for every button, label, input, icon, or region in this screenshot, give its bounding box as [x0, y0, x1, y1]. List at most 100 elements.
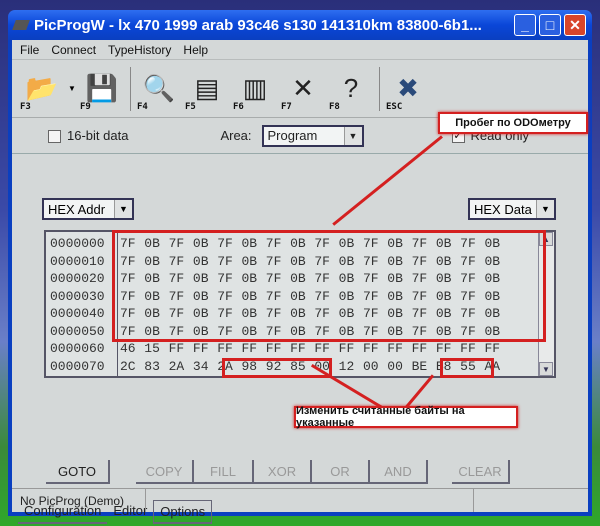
erase-icon: ✕	[292, 73, 314, 103]
client-area: File Connect TypeHistory Help 📂 F3 ▼ 💾 F…	[12, 40, 588, 524]
app-icon	[12, 20, 30, 30]
write-chip-button[interactable]: ▥ F6	[231, 64, 279, 114]
menu-bar: File Connect TypeHistory Help	[12, 40, 588, 60]
save-disk-icon: 💾	[85, 73, 119, 103]
chip-search-icon: 🔍	[142, 73, 176, 103]
address-cell: 0000050	[50, 323, 105, 339]
shortcut-label: F8	[329, 101, 340, 112]
address-cell: 0000070	[50, 358, 105, 374]
identify-chip-button[interactable]: ? F8	[327, 64, 375, 114]
menu-file[interactable]: File	[14, 43, 45, 57]
data-format-select[interactable]: HEX Data ▼	[468, 198, 556, 220]
cancel-icon: ✖	[397, 73, 419, 103]
toolbar-separator	[379, 66, 380, 111]
copy-button[interactable]: COPY	[136, 460, 194, 484]
area-select[interactable]: Program ▼	[261, 124, 364, 147]
minimize-button[interactable]: _	[514, 14, 536, 36]
chevron-down-icon[interactable]: ▼	[114, 200, 132, 218]
and-button[interactable]: AND	[370, 460, 428, 484]
status-middle	[146, 489, 474, 512]
shortcut-label: F7	[281, 101, 292, 112]
sixteen-bit-checkbox[interactable]: 16-bit data	[48, 128, 128, 144]
shortcut-label: F3	[20, 101, 31, 112]
hex-byte[interactable]: FF	[436, 340, 460, 358]
hex-byte[interactable]: FF	[217, 340, 241, 358]
scroll-down-icon[interactable]: ▼	[539, 362, 553, 376]
hex-byte[interactable]: 34	[193, 358, 217, 376]
chevron-down-icon[interactable]: ▼	[343, 126, 362, 145]
hex-byte[interactable]: 00	[387, 358, 411, 376]
fill-button[interactable]: FILL	[194, 460, 254, 484]
address-cell: 0000030	[50, 288, 105, 304]
shortcut-label: F6	[233, 101, 244, 112]
app-window: PicProgW - lx 470 1999 arab 93c46 s130 1…	[8, 10, 592, 524]
xor-button[interactable]: XOR	[254, 460, 312, 484]
change-bytes-arrow-right	[404, 374, 435, 409]
addr-format-select[interactable]: HEX Addr ▼	[42, 198, 134, 220]
hex-byte[interactable]: FF	[290, 340, 314, 358]
status-bar: No PicProg (Demo)	[12, 488, 588, 512]
search-chip-button[interactable]: 🔍 F4	[135, 64, 183, 114]
hex-byte[interactable]: 46	[120, 340, 144, 358]
goto-button[interactable]: GOTO	[46, 460, 110, 484]
hex-byte[interactable]: FF	[314, 340, 338, 358]
hex-byte[interactable]: 83	[144, 358, 168, 376]
odometer-callout: Пробег по ODOметру	[438, 112, 588, 134]
cancel-button[interactable]: ✖ ESC	[384, 64, 432, 114]
hex-byte[interactable]: 2C	[120, 358, 144, 376]
data-format-area: HEX Data ▼	[468, 196, 556, 222]
odometer-highlight-box	[112, 230, 546, 342]
open-dropdown-arrow-icon[interactable]: ▼	[66, 84, 78, 93]
hex-byte[interactable]: FF	[241, 340, 265, 358]
toolbar: 📂 F3 ▼ 💾 F9 🔍 F4 ▤ F5 ▥ F6 ✕ F7 ? F8 ✖ E…	[12, 60, 588, 118]
hex-byte[interactable]: FF	[363, 340, 387, 358]
or-button[interactable]: OR	[312, 460, 370, 484]
area-label: Area:	[220, 128, 252, 143]
menu-help[interactable]: Help	[177, 43, 214, 57]
shortcut-label: ESC	[386, 101, 403, 112]
checkbox-box[interactable]	[48, 130, 61, 144]
erase-button[interactable]: ✕ F7	[279, 64, 327, 114]
menu-connect[interactable]: Connect	[45, 43, 102, 57]
hex-byte[interactable]: FF	[412, 340, 436, 358]
hex-byte[interactable]: 12	[339, 358, 363, 376]
hex-row[interactable]: 46 15 FF FF FF FF FF FF FF FF FF FF FF FF FF FF	[120, 340, 538, 358]
hex-byte[interactable]: BE	[412, 358, 436, 376]
clear-button[interactable]: CLEAR	[452, 460, 510, 484]
title-bar[interactable]: PicProgW - lx 470 1999 arab 93c46 s130 1…	[8, 10, 592, 40]
shortcut-label: F9	[80, 101, 91, 112]
hex-byte[interactable]: FF	[193, 340, 217, 358]
hex-byte[interactable]: FF	[339, 340, 363, 358]
read-chip-icon: ▤	[194, 73, 220, 103]
hex-byte[interactable]: FF	[484, 340, 508, 358]
hex-byte[interactable]: FF	[266, 340, 290, 358]
open-folder-icon: 📂	[25, 73, 59, 103]
menu-typehistory[interactable]: TypeHistory	[102, 43, 177, 57]
identify-chip-icon: ?	[343, 73, 359, 103]
close-button[interactable]: ✕	[564, 14, 586, 36]
address-cell: 0000020	[50, 271, 105, 286]
address-cell: 0000010	[50, 253, 105, 269]
maximize-button[interactable]: □	[539, 14, 561, 36]
bytes-highlight-box-2	[440, 358, 494, 378]
read-chip-button[interactable]: ▤ F5	[183, 64, 231, 114]
open-button[interactable]: 📂 F3	[18, 64, 66, 114]
chevron-down-icon[interactable]: ▼	[536, 200, 554, 218]
shortcut-label: F4	[137, 101, 148, 112]
hex-byte[interactable]: 15	[144, 340, 168, 358]
hex-byte[interactable]: 2A	[169, 358, 193, 376]
save-button[interactable]: 💾 F9	[78, 64, 126, 114]
address-cell: 0000060	[50, 341, 105, 356]
hex-byte[interactable]: FF	[169, 340, 193, 358]
status-connection: No PicProg (Demo)	[12, 489, 146, 512]
hex-byte[interactable]: FF	[460, 340, 484, 358]
window-title: PicProgW - lx 470 1999 arab 93c46 s130 1…	[34, 16, 482, 34]
write-chip-icon: ▥	[242, 73, 268, 103]
hex-byte[interactable]: FF	[387, 340, 411, 358]
change-bytes-callout: Изменить считанные байты на указанные	[294, 405, 518, 429]
addr-format-area: HEX Addr ▼	[42, 196, 134, 222]
action-buttons: GOTO COPY FILL XOR OR AND CLEAR	[46, 460, 576, 484]
hex-byte[interactable]: 00	[363, 358, 387, 376]
